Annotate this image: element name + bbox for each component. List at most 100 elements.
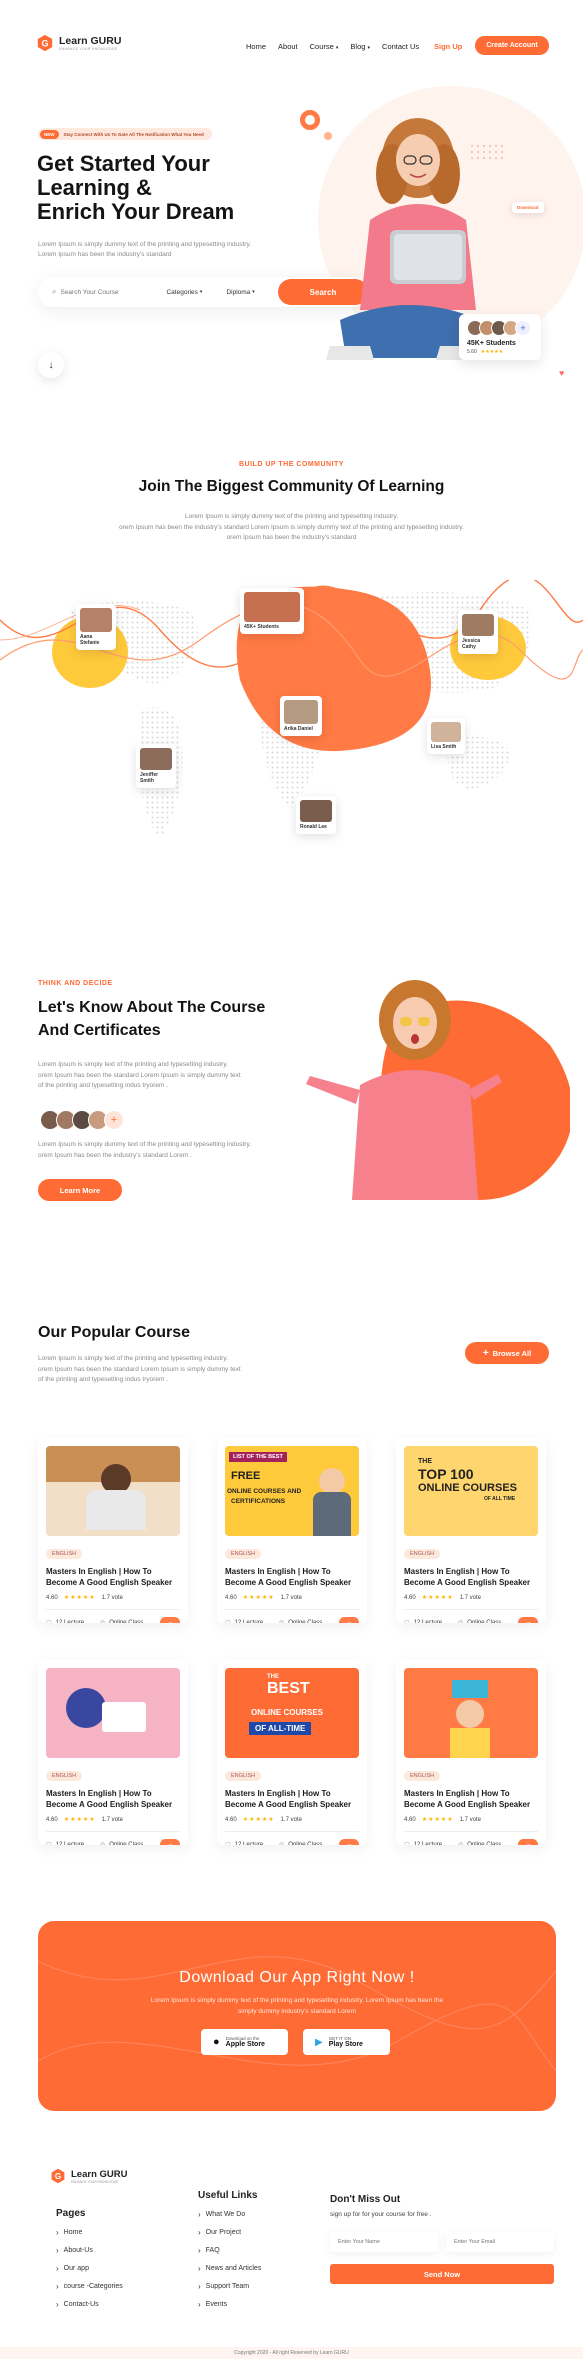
hero-title: Get Started Your Learning & Enrich Your …	[37, 152, 234, 224]
decor-ring	[300, 110, 320, 130]
course-title[interactable]: Masters In English | How To Become A Good…	[225, 1788, 359, 1810]
app-description: Lorem Ipsum is simply dummy text of the …	[38, 1995, 556, 2017]
send-now-button[interactable]: Send Now	[330, 2264, 554, 2284]
name-field[interactable]	[330, 2232, 438, 2252]
footer-link-label: About-Us	[63, 2247, 93, 2254]
about-title: Let's Know About The Course And Certific…	[38, 996, 265, 1042]
brand-logo[interactable]: G Learn GURU ENHANCE YOUR KNOWLEDGE	[36, 34, 121, 52]
course-arrow-button[interactable]: →	[518, 1839, 538, 1845]
course-arrow-button[interactable]: →	[160, 1839, 180, 1845]
community-desc-line: orem Ipsum has been the industry's stand…	[226, 534, 357, 541]
about-avatars: +	[40, 1110, 124, 1130]
community-pin[interactable]: Jessica Cathy	[458, 610, 498, 654]
student-photo	[462, 614, 494, 636]
course-rating: 4.60	[404, 1594, 416, 1601]
footer-link-label: course -Categories	[63, 2283, 123, 2290]
categories-select[interactable]: Categories ▾	[166, 289, 202, 296]
footer-page-link[interactable]: › Contact-Us	[56, 2300, 123, 2309]
about-desc-line: Lorem Ipsum is simply dummy text of the …	[38, 1141, 252, 1148]
course-card[interactable]: ENGLISH Masters In English | How To Become…	[396, 1660, 546, 1845]
chevron-right-icon: ›	[198, 2282, 201, 2291]
course-thumbnail	[46, 1668, 180, 1758]
nav-home[interactable]: Home	[246, 42, 266, 51]
logo-hexagon-icon: G	[37, 34, 53, 52]
signup-link[interactable]: Sign Up	[434, 42, 462, 51]
footer-logo[interactable]: G Learn GURU ENHANCE YOUR KNOWLEDGE	[50, 2168, 127, 2184]
nav-blog[interactable]: Blog ▾	[350, 42, 370, 51]
footer-useful-link[interactable]: › Our Project	[198, 2228, 261, 2237]
hero-desc-line: Lorem Ipsum is simply dummy text of the …	[38, 241, 252, 248]
footer-page-link[interactable]: › Home	[56, 2228, 123, 2237]
diploma-select[interactable]: Diploma ▾	[226, 289, 254, 296]
community-pin[interactable]: Arika Daniel	[280, 696, 322, 736]
course-rating: 4.60	[46, 1816, 58, 1823]
community-pin[interactable]: Ronald Lee	[296, 796, 336, 834]
course-card[interactable]: THE BEST ONLINE COURSES OF ALL-TIME ENGLISH M…	[217, 1660, 367, 1845]
course-title[interactable]: Masters In English | How To Become A Good…	[46, 1566, 180, 1588]
community-pin[interactable]: Jeniffer Smith	[136, 744, 176, 788]
floating-download-badge[interactable]: Download	[512, 202, 544, 213]
course-votes: 1.7 vote	[280, 1594, 302, 1601]
course-title[interactable]: Masters In English | How To Become A Good…	[404, 1788, 538, 1810]
course-card[interactable]: ENGLISH Masters In English | How To Become…	[38, 1660, 188, 1845]
announcement-pill[interactable]: NEW Stay Connect With Us To Gate All The…	[38, 128, 212, 140]
course-title[interactable]: Masters In English | How To Become A Good…	[225, 1566, 359, 1588]
nav-course-label: Course	[309, 42, 334, 51]
about-desc-line: Lorem Ipsum is simply text of the printi…	[38, 1061, 228, 1068]
community-pin[interactable]: Lisa Smith	[427, 718, 465, 754]
course-arrow-button[interactable]: →	[339, 1617, 359, 1623]
course-votes: 1.7 vote	[459, 1816, 481, 1823]
browse-all-button[interactable]: + Browse All	[465, 1342, 549, 1364]
course-card[interactable]: THE TOP 100 ONLINE COURSES OF ALL TIME ENGLI…	[396, 1438, 546, 1623]
students-rating: 5.60	[467, 349, 477, 355]
chevron-right-icon: ›	[56, 2228, 59, 2237]
popular-title: Our Popular Course	[38, 1324, 191, 1341]
nav-about[interactable]: About	[278, 42, 298, 51]
search-input[interactable]	[60, 288, 151, 296]
footer-page-link[interactable]: › course -Categories	[56, 2282, 123, 2291]
footer-page-link[interactable]: › Our app	[56, 2264, 123, 2273]
lecture-icon: ▢	[404, 1842, 410, 1845]
footer-useful-link[interactable]: › Events	[198, 2300, 261, 2309]
footer-link-label: What We Do	[205, 2211, 246, 2218]
apple-store-button[interactable]: ● Download on the Apple Store	[201, 2029, 288, 2055]
community-pin[interactable]: Aana Stefanie	[76, 604, 116, 650]
pin-name: 45K+ Students	[244, 624, 279, 630]
apple-store-label: Apple Store	[225, 2041, 265, 2048]
scroll-down-button[interactable]: ↓	[38, 352, 64, 378]
course-rating: 4.60	[404, 1816, 416, 1823]
course-arrow-button[interactable]: →	[160, 1617, 180, 1623]
community-desc-line: Lorem Ipsum is simply dummy text of the …	[184, 513, 399, 520]
email-field[interactable]	[446, 2232, 554, 2252]
footer-useful-link[interactable]: › FAQ	[198, 2246, 261, 2255]
footer-useful-link[interactable]: › What We Do	[198, 2210, 261, 2219]
footer-useful-link[interactable]: › Support Team	[198, 2282, 261, 2291]
play-store-button[interactable]: ▶ GET IT ON Play Store	[303, 2029, 390, 2055]
nav-contact[interactable]: Contact Us	[382, 42, 419, 51]
course-lectures: 12 Lecture	[55, 1619, 85, 1624]
course-arrow-button[interactable]: →	[339, 1839, 359, 1845]
card-divider	[46, 1609, 180, 1610]
pin-name: Lisa Smith	[431, 744, 457, 750]
student-photo	[431, 722, 461, 742]
svg-text:G: G	[55, 2172, 61, 2181]
course-title[interactable]: Masters In English | How To Become A Good…	[46, 1788, 180, 1810]
chevron-down-icon: ▾	[252, 288, 255, 295]
thumb-text: BEST	[267, 1680, 310, 1697]
nav-course[interactable]: Course ▾	[310, 42, 339, 51]
rating-stars-icon: ★★★★★	[63, 1595, 96, 1601]
hero-title-line: Learning &	[37, 175, 152, 200]
newsletter-fields	[330, 2232, 554, 2252]
footer-page-link[interactable]: › About-Us	[56, 2246, 123, 2255]
learn-more-button[interactable]: Learn More	[38, 1179, 122, 1201]
community-pin[interactable]: 45K+ Students	[240, 588, 304, 634]
course-rating-row: 4.60 ★★★★★ 1.7 vote	[46, 1816, 180, 1824]
footer-useful-link[interactable]: › News and Articles	[198, 2264, 261, 2273]
course-title[interactable]: Masters In English | How To Become A Good…	[404, 1566, 538, 1588]
course-mode: Online Class	[109, 1841, 144, 1846]
create-account-button[interactable]: Create Account	[475, 36, 549, 55]
course-card[interactable]: ENGLISH Masters In English | How To Become…	[38, 1438, 188, 1623]
chevron-down-icon: ▾	[199, 288, 203, 295]
course-card[interactable]: LIST OF THE BEST FREE ONLINE COURSES AND CE…	[217, 1438, 367, 1623]
course-arrow-button[interactable]: →	[518, 1617, 538, 1623]
